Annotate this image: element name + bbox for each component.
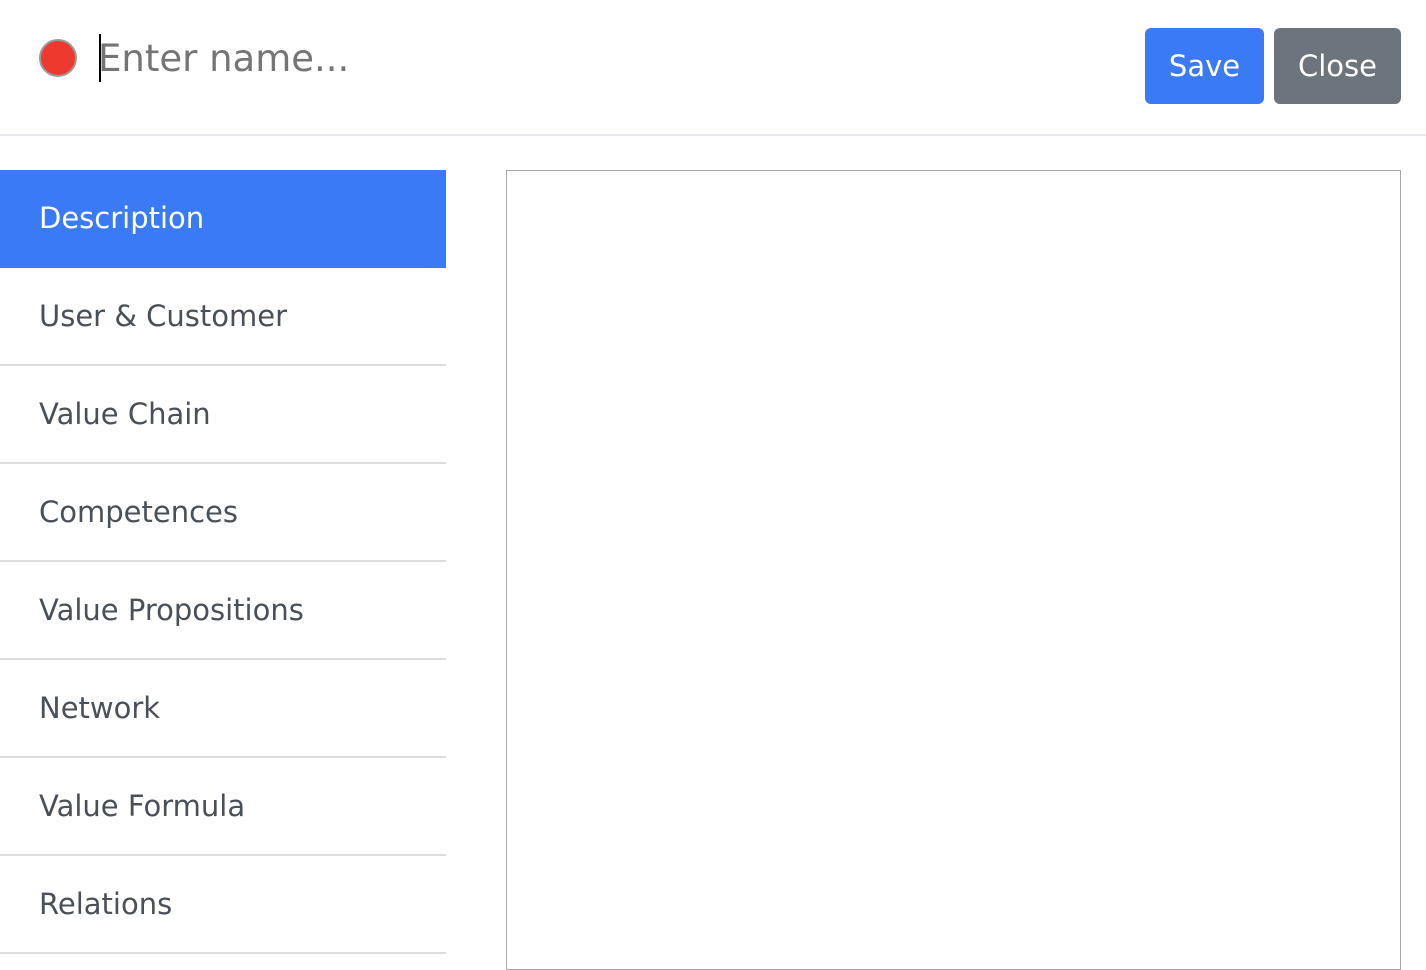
sidebar-item-label: User & Customer <box>39 299 288 333</box>
sidebar-item-relations[interactable]: Relations <box>0 856 446 954</box>
sidebar-item-label: Value Propositions <box>39 593 304 627</box>
sidebar-item-value-chain[interactable]: Value Chain <box>0 366 446 464</box>
sidebar-item-label: Value Chain <box>39 397 211 431</box>
close-button[interactable]: Close <box>1274 28 1401 104</box>
sidebar-item-value-formula[interactable]: Value Formula <box>0 758 446 856</box>
sidebar-item-network[interactable]: Network <box>0 660 446 758</box>
text-cursor <box>99 34 101 82</box>
status-indicator-icon <box>39 39 77 77</box>
sidebar-item-value-propositions[interactable]: Value Propositions <box>0 562 446 660</box>
sidebar-item-label: Description <box>39 201 205 235</box>
sidebar-item-competences[interactable]: Competences <box>0 464 446 562</box>
sidebar-item-user-customer[interactable]: User & Customer <box>0 268 446 366</box>
sidebar-item-label: Value Formula <box>39 789 246 823</box>
save-button[interactable]: Save <box>1145 28 1264 104</box>
header: Save Close <box>0 0 1426 136</box>
sidebar-item-label: Competences <box>39 495 238 529</box>
sidebar-nav: Description User & Customer Value Chain … <box>0 170 446 954</box>
content-editor-panel[interactable] <box>506 170 1401 970</box>
sidebar-item-description[interactable]: Description <box>0 170 446 268</box>
name-input[interactable] <box>98 32 798 84</box>
sidebar-item-label: Relations <box>39 887 173 921</box>
sidebar-item-label: Network <box>39 691 161 725</box>
